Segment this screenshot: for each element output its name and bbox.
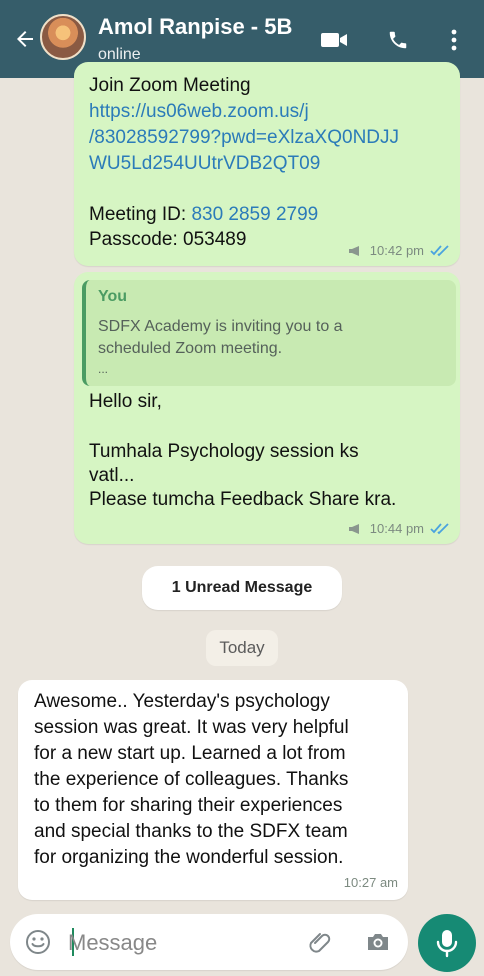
- video-call-icon[interactable]: [320, 26, 348, 54]
- message-line: for a new start up. Learned a lot from: [34, 743, 346, 764]
- message-line: the experience of colleagues. Thanks: [34, 769, 349, 790]
- megaphone-icon: [348, 523, 359, 534]
- quoted-line: scheduled Zoom meeting.: [98, 340, 283, 357]
- message-line: Tumhala Psychology session ks: [89, 441, 359, 462]
- meeting-id-value[interactable]: 830 2859 2799: [191, 204, 318, 225]
- message-line: to them for sharing their experiences: [34, 795, 343, 816]
- message-meta: 10:42 pm: [348, 243, 450, 258]
- message-meta: 10:44 pm: [348, 521, 450, 536]
- megaphone-icon: [348, 245, 359, 256]
- zoom-link[interactable]: https://us06web.zoom.us/j: [89, 100, 309, 124]
- chat-area: Join Zoom Meeting https://us06web.zoom.u…: [0, 62, 484, 976]
- meeting-id-line: Meeting ID: 830 2859 2799: [89, 203, 318, 227]
- message-line: session was great. It was very helpful: [34, 717, 349, 738]
- date-separator: Today: [206, 630, 278, 666]
- avatar[interactable]: [40, 14, 86, 60]
- more-icon[interactable]: [440, 26, 468, 54]
- contact-name[interactable]: Amol Ranpise - 5B: [98, 14, 292, 40]
- camera-icon[interactable]: [364, 928, 392, 956]
- quoted-sender: You: [98, 288, 128, 305]
- double-check-icon: [430, 522, 449, 534]
- message-line: Hello sir,: [89, 391, 162, 412]
- message-line: Awesome.. Yesterday's psychology: [34, 691, 330, 712]
- emoji-icon[interactable]: [24, 928, 52, 956]
- message-meta: 10:27 am: [344, 875, 398, 890]
- unread-badge: 1 Unread Message: [142, 566, 342, 610]
- message-time: 10:44 pm: [369, 521, 424, 536]
- outgoing-message[interactable]: Join Zoom Meeting https://us06web.zoom.u…: [74, 62, 460, 266]
- passcode-line: Passcode: 053489: [89, 229, 247, 250]
- incoming-message[interactable]: Awesome.. Yesterday's psychology session…: [18, 680, 408, 900]
- outgoing-message[interactable]: You SDFX Academy is inviting you to a sc…: [74, 272, 460, 544]
- message-line: and special thanks to the SDFX team: [34, 821, 348, 842]
- meeting-id-label: Meeting ID:: [89, 204, 192, 225]
- mic-icon: [436, 930, 458, 958]
- message-composer[interactable]: Message: [10, 914, 408, 970]
- quoted-line: SDFX Academy is inviting you to a: [98, 318, 343, 335]
- quoted-message[interactable]: You SDFX Academy is inviting you to a sc…: [82, 280, 456, 386]
- phone-icon[interactable]: [384, 26, 412, 54]
- zoom-link[interactable]: /83028592799?pwd=eXlzaXQ0NDJJ: [89, 126, 399, 150]
- mic-button[interactable]: [418, 914, 476, 972]
- message-time: 10:27 am: [343, 875, 398, 890]
- message-line: Join Zoom Meeting: [89, 75, 251, 96]
- message-time: 10:42 pm: [369, 243, 424, 258]
- back-arrow-icon[interactable]: [8, 22, 42, 56]
- message-input[interactable]: Message: [68, 930, 157, 956]
- message-line: Please tumcha Feedback Share kra.: [89, 489, 397, 510]
- zoom-link[interactable]: WU5Ld254UUtrVDB2QT09: [89, 152, 320, 176]
- attachment-icon[interactable]: [306, 928, 334, 956]
- quoted-line: ...: [98, 362, 109, 376]
- message-line: vatl...: [89, 465, 135, 486]
- message-line: for organizing the wonderful session.: [34, 847, 344, 868]
- double-check-icon: [430, 244, 449, 256]
